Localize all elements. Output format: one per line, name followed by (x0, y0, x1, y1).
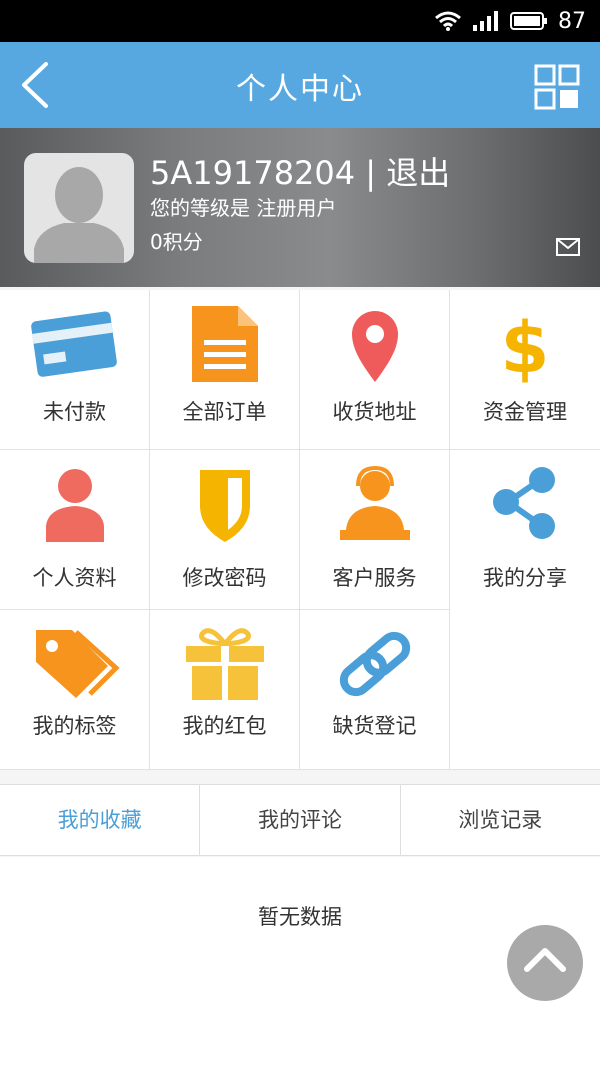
dollar-icon: $ (501, 307, 550, 384)
svg-text:$: $ (501, 307, 550, 384)
menu-item-change-password[interactable]: 修改密码 (150, 450, 300, 610)
tab-comments[interactable]: 我的评论 (200, 785, 401, 855)
shield-icon (200, 470, 250, 542)
tab-favorites[interactable]: 我的收藏 (0, 785, 201, 855)
user-icon (46, 469, 104, 542)
wifi-icon (435, 11, 461, 31)
menu-label: 个人资料 (32, 566, 117, 590)
empty-cell (450, 610, 600, 770)
location-pin-icon (352, 311, 398, 382)
menu-item-customer-service[interactable]: 客户服务 (300, 450, 450, 610)
battery-level: 87 (558, 8, 586, 34)
gift-icon (186, 628, 264, 700)
separator: | (365, 154, 377, 192)
credit-card-icon (31, 311, 117, 377)
tab-bar: 我的收藏 我的评论 浏览记录 (0, 784, 600, 856)
signal-icon (473, 11, 498, 31)
battery-icon (510, 12, 547, 30)
menu-label: 资金管理 (483, 400, 567, 424)
menu-item-tags[interactable]: 我的标签 (0, 610, 150, 770)
menu-item-profile[interactable]: 个人资料 (0, 450, 150, 610)
share-icon (493, 467, 555, 539)
menu-label: 修改密码 (182, 566, 267, 590)
menu-label: 未付款 (43, 400, 106, 424)
menu-item-red-packet[interactable]: 我的红包 (150, 610, 300, 770)
menu-item-all-orders[interactable]: 全部订单 (150, 290, 300, 450)
menu-item-unpaid[interactable]: 未付款 (0, 290, 150, 450)
tab-history[interactable]: 浏览记录 (401, 785, 600, 855)
menu-label: 缺货登记 (332, 714, 417, 738)
menu-item-address[interactable]: 收货地址 (300, 290, 450, 450)
link-icon (339, 631, 411, 697)
default-user-icon (34, 167, 124, 263)
menu-label: 我的标签 (32, 714, 117, 738)
menu-label: 客户服务 (332, 566, 417, 590)
profile-header: 5A19178204 | 退出 您的等级是 注册用户 0积分 (0, 128, 600, 287)
menu-item-share[interactable]: 我的分享 (450, 450, 600, 610)
user-level: 您的等级是 注册用户 (150, 196, 337, 220)
menu-grid: 未付款 全部订单 收货地址 $ 资金管理 个人资料 修改密码 客户服务 我的分享… (0, 290, 600, 770)
status-bar: 87 (0, 0, 600, 42)
user-points: 0积分 (150, 230, 203, 254)
menu-item-funds[interactable]: $ 资金管理 (450, 290, 600, 450)
user-line: 5A19178204 | 退出 (150, 148, 450, 194)
logout-link[interactable]: 退出 (386, 154, 450, 192)
tag-icon (36, 630, 120, 698)
document-icon (192, 306, 258, 382)
grid-menu-icon[interactable] (534, 64, 580, 110)
menu-label: 收货地址 (332, 400, 417, 424)
menu-label: 全部订单 (182, 400, 267, 424)
menu-label: 我的分享 (483, 566, 567, 590)
page-title: 个人中心 (236, 72, 364, 107)
username: 5A19178204 (150, 154, 356, 192)
mail-icon[interactable] (556, 238, 580, 256)
avatar[interactable] (24, 153, 134, 263)
menu-item-out-of-stock[interactable]: 缺货登记 (300, 610, 450, 770)
back-to-top-button[interactable] (507, 925, 583, 1001)
chevron-up-icon (524, 948, 566, 972)
menu-label: 我的红包 (182, 714, 267, 738)
customer-service-icon (340, 465, 410, 540)
nav-bar: 个人中心 (0, 42, 600, 128)
